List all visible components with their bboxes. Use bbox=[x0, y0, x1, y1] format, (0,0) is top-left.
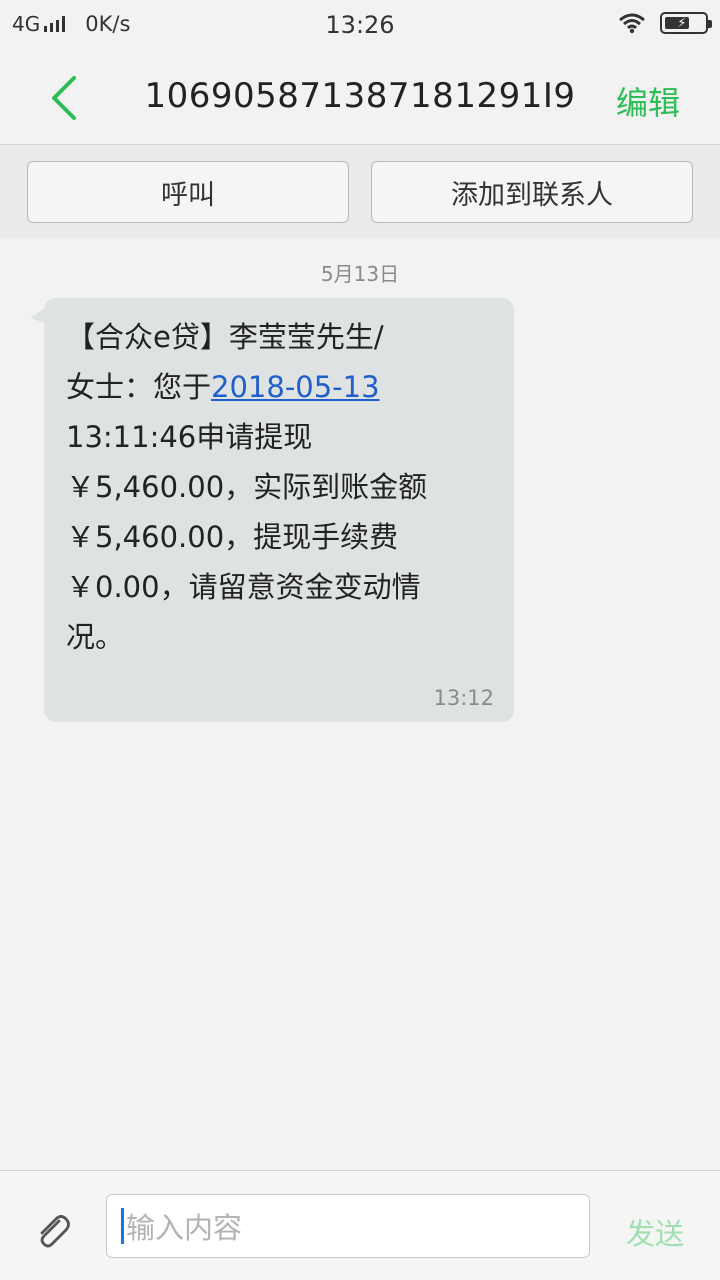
date-separator: 5月13日 bbox=[320, 262, 400, 286]
message-line: ￥5,460.00，提现手续费 bbox=[66, 520, 399, 554]
battery-charging-icon: ⚡ bbox=[660, 12, 712, 34]
edit-button[interactable]: 编辑 bbox=[616, 78, 680, 124]
status-time: 13:26 bbox=[325, 11, 395, 39]
status-right: ⚡ bbox=[618, 12, 712, 34]
contact-number-title: 106905871387181291I9 bbox=[144, 76, 576, 116]
paperclip-icon[interactable] bbox=[32, 1211, 74, 1253]
message-line: 况。 bbox=[66, 620, 125, 654]
send-button[interactable]: 发送 bbox=[626, 1211, 684, 1253]
message-line: 13:11:46申请提现 bbox=[66, 420, 313, 454]
composer-bar: 输入内容 发送 bbox=[0, 1170, 720, 1280]
message-line: 女士：您于2018-05-13 bbox=[66, 362, 506, 412]
message-text: 【合众e贷】李莹莹先生/ 女士：您于2018-05-13 13:11:46申请提… bbox=[66, 312, 506, 662]
status-bar: 4G 0K/s 13:26 ⚡ bbox=[0, 0, 720, 50]
message-line: ￥5,460.00，实际到账金额 bbox=[66, 470, 428, 504]
text-cursor bbox=[121, 1208, 124, 1244]
input-placeholder: 输入内容 bbox=[126, 1211, 243, 1245]
call-button[interactable]: 呼叫 bbox=[27, 161, 349, 223]
message-input[interactable]: 输入内容 bbox=[106, 1194, 590, 1258]
date-link[interactable]: 2018-05-13 bbox=[211, 370, 380, 404]
wifi-icon bbox=[619, 13, 645, 34]
add-to-contacts-button[interactable]: 添加到联系人 bbox=[371, 161, 693, 223]
contact-actions: 呼叫 添加到联系人 bbox=[0, 145, 720, 238]
message-line: ￥0.00，请留意资金变动情 bbox=[66, 570, 421, 604]
message-line: 【合众e贷】李莹莹先生/ bbox=[66, 320, 384, 354]
message-time: 13:12 bbox=[433, 686, 494, 710]
message-bubble[interactable]: 【合众e贷】李莹莹先生/ 女士：您于2018-05-13 13:11:46申请提… bbox=[44, 298, 514, 722]
message-line-text: 女士：您于 bbox=[66, 370, 212, 404]
conversation-header: 106905871387181291I9 编辑 bbox=[0, 50, 720, 146]
